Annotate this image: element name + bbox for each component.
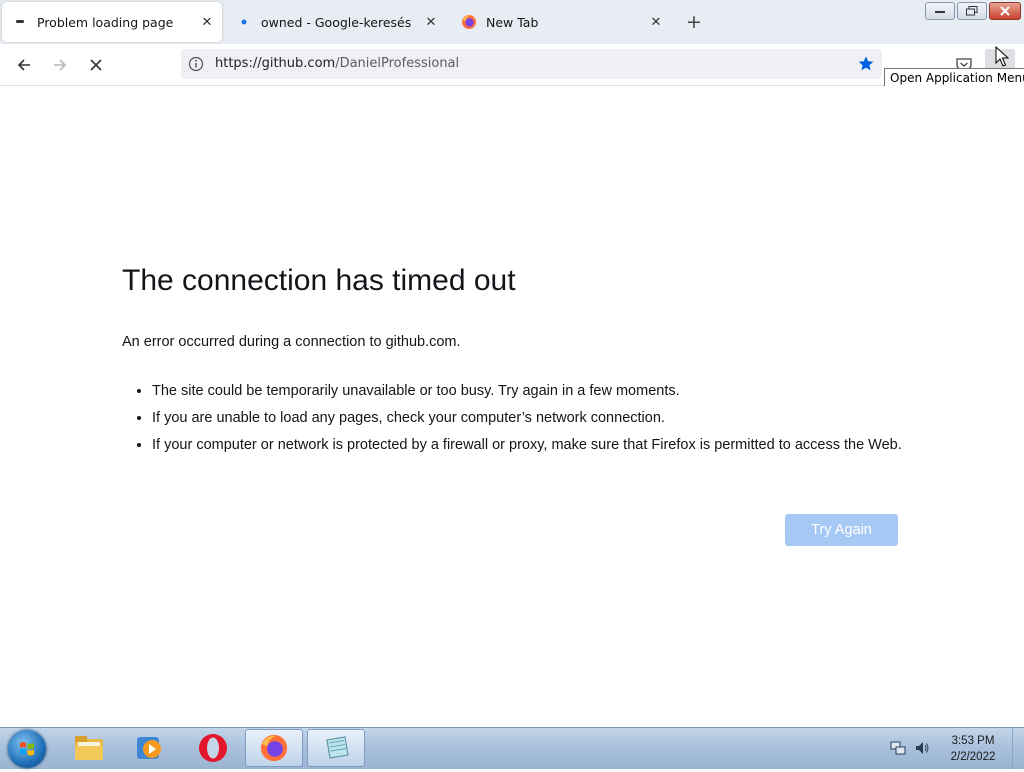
list-item: If you are unable to load any pages, che…	[152, 408, 932, 428]
taskbar-opera[interactable]	[184, 729, 242, 767]
error-page: The connection has timed out An error oc…	[0, 86, 1024, 727]
opera-icon	[199, 734, 227, 762]
try-again-button[interactable]: Try Again	[785, 514, 898, 546]
taskbar-firefox[interactable]	[245, 729, 303, 767]
media-player-icon	[137, 737, 161, 759]
navigation-toolbar: https://github.com/DanielProfessional	[0, 44, 1024, 86]
info-icon[interactable]	[188, 56, 204, 72]
arrow-right-icon	[54, 59, 67, 71]
bookmark-star-icon[interactable]	[857, 55, 875, 73]
error-suggestions: The site could be temporarily unavailabl…	[122, 381, 932, 462]
arrow-left-icon	[17, 59, 30, 71]
tab-title: Problem loading page	[37, 14, 174, 30]
taskbar: 3:53 PM 2/2/2022	[0, 727, 1024, 769]
minimize-button[interactable]	[925, 2, 955, 20]
url-path: /DanielProfessional	[335, 56, 460, 71]
windows-logo-icon	[20, 742, 34, 756]
tab-title: New Tab	[486, 14, 539, 30]
notepad-icon	[326, 736, 349, 759]
tab-problem-loading[interactable]: Problem loading page ✕	[2, 2, 222, 42]
clock-date: 2/2/2022	[950, 751, 996, 763]
loading-dot-icon	[12, 14, 28, 30]
url-text[interactable]: https://github.com/DanielProfessional	[215, 56, 459, 71]
new-tab-button[interactable]: +	[683, 11, 705, 33]
close-icon	[1000, 6, 1010, 16]
close-tab-icon[interactable]: ✕	[647, 13, 665, 31]
stop-icon	[90, 59, 102, 71]
loading-dot-icon	[236, 14, 252, 30]
firefox-icon	[260, 734, 288, 762]
close-tab-icon[interactable]: ✕	[422, 13, 440, 31]
restore-icon	[966, 6, 978, 16]
show-desktop-button[interactable]	[1012, 728, 1024, 769]
folder-icon	[75, 736, 103, 760]
taskbar-notepad[interactable]	[307, 729, 365, 767]
start-button[interactable]	[8, 730, 46, 768]
url-host: https://github.com	[215, 56, 336, 71]
error-description: An error occurred during a connection to…	[122, 334, 461, 350]
list-item: If your computer or network is protected…	[152, 435, 932, 455]
tab-title: owned - Google-keresés	[261, 14, 412, 30]
restore-button[interactable]	[957, 2, 987, 20]
close-window-button[interactable]	[989, 2, 1021, 20]
forward-button[interactable]	[47, 52, 73, 78]
stop-button[interactable]	[83, 52, 109, 78]
close-tab-icon[interactable]: ✕	[198, 13, 216, 31]
firefox-icon	[461, 14, 477, 30]
minimize-icon	[935, 11, 945, 13]
clock-time: 3:53 PM	[951, 735, 995, 747]
tab-google-search[interactable]: owned - Google-keresés ✕	[226, 2, 446, 42]
taskbar-media-player[interactable]	[120, 729, 178, 767]
url-bar[interactable]: https://github.com/DanielProfessional	[181, 49, 882, 79]
tab-strip: Problem loading page ✕ owned - Google-ke…	[0, 0, 1024, 44]
list-item: The site could be temporarily unavailabl…	[152, 381, 932, 401]
volume-icon[interactable]	[914, 740, 930, 756]
mouse-cursor-icon	[995, 46, 1009, 67]
back-button[interactable]	[11, 52, 37, 78]
network-icon[interactable]	[890, 740, 906, 756]
clock[interactable]: 3:53 PM 2/2/2022	[943, 733, 1003, 765]
error-title: The connection has timed out	[122, 264, 516, 297]
tab-new-tab[interactable]: New Tab ✕	[451, 2, 671, 42]
taskbar-explorer[interactable]	[60, 729, 118, 767]
